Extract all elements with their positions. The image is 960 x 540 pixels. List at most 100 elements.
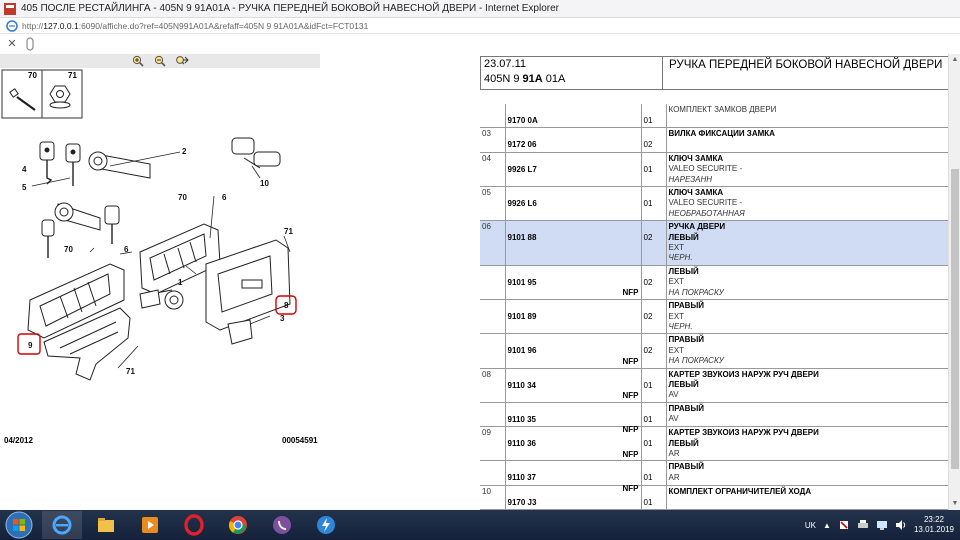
nfp-flag: NFP: [622, 449, 639, 459]
figure-date: 04/2012: [4, 436, 33, 445]
header-title: РУЧКА ПЕРЕДНЕЙ БОКОВОЙ НАВЕСНОЙ ДВЕРИ: [669, 59, 943, 71]
row-quantity: 02: [640, 299, 666, 335]
table-row[interactable]: 9101 95 NFP 02 ЛЕВЫЙ EXT НА ПОКРАСКУ: [480, 265, 950, 301]
table-row[interactable]: 04 9926 L7 01 КЛЮЧ ЗАМКА VALEO SECURITE - НАР…: [480, 152, 950, 188]
row-quantity: 01: [640, 186, 666, 222]
nfp-flag: NFP: [622, 356, 639, 366]
taskbar: UK ▲ 23:22 13.01.2019: [0, 510, 960, 540]
row-position: [480, 333, 505, 369]
scrollbar[interactable]: ▲ ▼: [948, 54, 960, 510]
row-description: КЛЮЧ ЗАМКА VALEO SECURITE - НЕОБРАБОТАННАЯ: [665, 186, 950, 222]
row-quantity: 02: [640, 220, 666, 266]
row-position: 08: [480, 368, 505, 403]
inset-label: 70: [28, 71, 37, 80]
url-text[interactable]: http://127.0.0.1:6090/affiche.do?ref=405…: [22, 21, 368, 31]
row-description: ПРАВЫЙ AR: [665, 460, 950, 486]
nfp-flag: NFP: [622, 390, 639, 400]
row-position: [480, 104, 505, 129]
scroll-down-icon[interactable]: ▼: [949, 498, 960, 510]
table-row[interactable]: 9101 96 NFP 02 ПРАВЫЙ EXT НА ПОКРАСКУ: [480, 333, 950, 369]
inset-label: 71: [68, 71, 77, 80]
row-position: 10: [480, 485, 505, 510]
scroll-up-icon[interactable]: ▲: [949, 54, 960, 66]
taskbar-chrome[interactable]: [218, 511, 258, 539]
nfp-flag: NFP: [622, 483, 639, 493]
zoom-in-icon[interactable]: [131, 55, 145, 67]
callout-label: 10: [260, 179, 269, 188]
tray-chevron-icon[interactable]: ▲: [823, 521, 831, 530]
callout-label: 71: [284, 227, 293, 236]
clock[interactable]: 23:22 13.01.2019: [914, 515, 954, 535]
table-row[interactable]: 06 9101 88 02 РУЧКА ДВЕРИ ЛЕВЫЙ EXT ЧЕРН.: [480, 220, 950, 266]
row-part-code: 9101 89: [504, 299, 641, 335]
scroll-thumb[interactable]: [951, 169, 959, 469]
row-position: 09: [480, 426, 505, 462]
taskbar-opera[interactable]: [174, 511, 214, 539]
row-position: [480, 402, 505, 428]
parts-table-viewport[interactable]: 9170 0A 01 КОМПЛЕКТ ЗАМКОВ ДВЕРИ 03 9172 06 0…: [480, 104, 950, 510]
row-quantity: 01: [640, 460, 666, 486]
taskbar-ie[interactable]: [42, 511, 82, 539]
row-part-code: 9172 06: [504, 127, 641, 153]
row-position: 03: [480, 127, 505, 153]
row-position: 04: [480, 152, 505, 188]
table-row[interactable]: 08 9110 34 NFP 01 КАРТЕР ЗВУКОИЗ НАРУЖ РУЧ Д…: [480, 368, 950, 403]
table-row[interactable]: 9170 0A 01 КОМПЛЕКТ ЗАМКОВ ДВЕРИ: [480, 104, 950, 129]
taskbar-app[interactable]: [306, 511, 346, 539]
ie-page-icon: [6, 19, 18, 32]
row-part-code: 9110 34 NFP: [504, 368, 641, 403]
taskbar-media[interactable]: [130, 511, 170, 539]
row-part-code: 9926 L6: [504, 186, 641, 222]
close-icon[interactable]: ✕: [5, 37, 19, 51]
table-row[interactable]: 9110 35 NFP 01 ПРАВЫЙ AV: [480, 402, 950, 434]
viber-icon: [273, 516, 291, 534]
lightning-icon: [317, 516, 335, 534]
row-part-code: 9101 96 NFP: [504, 333, 641, 369]
windows-start-icon[interactable]: [4, 510, 34, 540]
zoom-out-icon[interactable]: [153, 55, 167, 67]
table-row[interactable]: 10 9170 J3 01 КОМПЛЕКТ ОГРАНИЧИТЕЛЕЙ ХОДА: [480, 485, 950, 510]
volume-icon[interactable]: [895, 519, 907, 531]
table-row[interactable]: 05 9926 L6 01 КЛЮЧ ЗАМКА VALEO SECURITE - НЕО…: [480, 186, 950, 222]
system-tray: UK ▲ 23:22 13.01.2019: [805, 510, 954, 540]
row-quantity: 01: [640, 485, 666, 510]
table-row[interactable]: 9101 89 02 ПРАВЫЙ EXT ЧЕРН.: [480, 299, 950, 335]
table-row[interactable]: 03 9172 06 02 ВИЛКА ФИКСАЦИИ ЗАМКА: [480, 127, 950, 153]
printer-icon[interactable]: [857, 519, 869, 531]
row-quantity: 01: [640, 104, 666, 129]
taskbar-viber[interactable]: [262, 511, 302, 539]
window-titlebar: 405 ПОСЛЕ РЕСТАЙЛИНГА - 405N 9 91A01A - …: [0, 0, 960, 18]
header-meta: 23.07.11 405N 9 91A 01A: [481, 57, 663, 89]
taskbar-explorer[interactable]: [86, 511, 126, 539]
row-description: КАРТЕР ЗВУКОИЗ НАРУЖ РУЧ ДВЕРИ ЛЕВЫЙ AV: [665, 368, 950, 403]
row-quantity: 01: [640, 152, 666, 188]
zoom-toolbar: [0, 54, 320, 68]
row-quantity: 01: [640, 426, 666, 462]
row-quantity: 02: [640, 333, 666, 369]
zoom-pan-icon[interactable]: [175, 55, 189, 67]
clock-date: 13.01.2019: [913, 525, 954, 534]
callout-label: 6: [222, 193, 227, 202]
parts-panel: 23.07.11 405N 9 91A 01A РУЧКА ПЕРЕДНЕЙ Б…: [478, 54, 960, 510]
table-row[interactable]: 09 9110 36 NFP 01 КАРТЕР ЗВУКОИЗ НАРУЖ РУЧ Д…: [480, 426, 950, 462]
media-player-icon: [142, 517, 158, 533]
row-part-code: 9926 L7: [504, 152, 641, 188]
table-row[interactable]: 9110 37 NFP 01 ПРАВЫЙ AR: [480, 460, 950, 493]
row-description: КЛЮЧ ЗАМКА VALEO SECURITE - НАРЕЗАНН: [665, 152, 950, 188]
row-description: ПРАВЫЙ EXT ЧЕРН.: [665, 299, 950, 335]
callout-label: 5: [22, 183, 27, 192]
folder-icon: [98, 518, 114, 532]
clip-icon[interactable]: [25, 37, 35, 51]
row-position: [480, 265, 505, 301]
row-quantity: 01: [640, 368, 666, 403]
network-icon[interactable]: [876, 519, 888, 531]
address-bar[interactable]: http://127.0.0.1:6090/affiche.do?ref=405…: [0, 18, 960, 34]
parts-header: 23.07.11 405N 9 91A 01A РУЧКА ПЕРЕДНЕЙ Б…: [480, 56, 950, 90]
action-center-icon[interactable]: [838, 519, 850, 531]
row-description: ПРАВЫЙ EXT НА ПОКРАСКУ: [665, 333, 950, 369]
row-description: РУЧКА ДВЕРИ ЛЕВЫЙ EXT ЧЕРН.: [665, 220, 950, 266]
row-part-code: 9170 0A: [504, 104, 641, 129]
language-indicator[interactable]: UK: [805, 521, 816, 530]
row-part-code: 9101 88: [504, 220, 641, 266]
row-description: КОМПЛЕКТ ОГРАНИЧИТЕЛЕЙ ХОДА: [665, 485, 950, 510]
